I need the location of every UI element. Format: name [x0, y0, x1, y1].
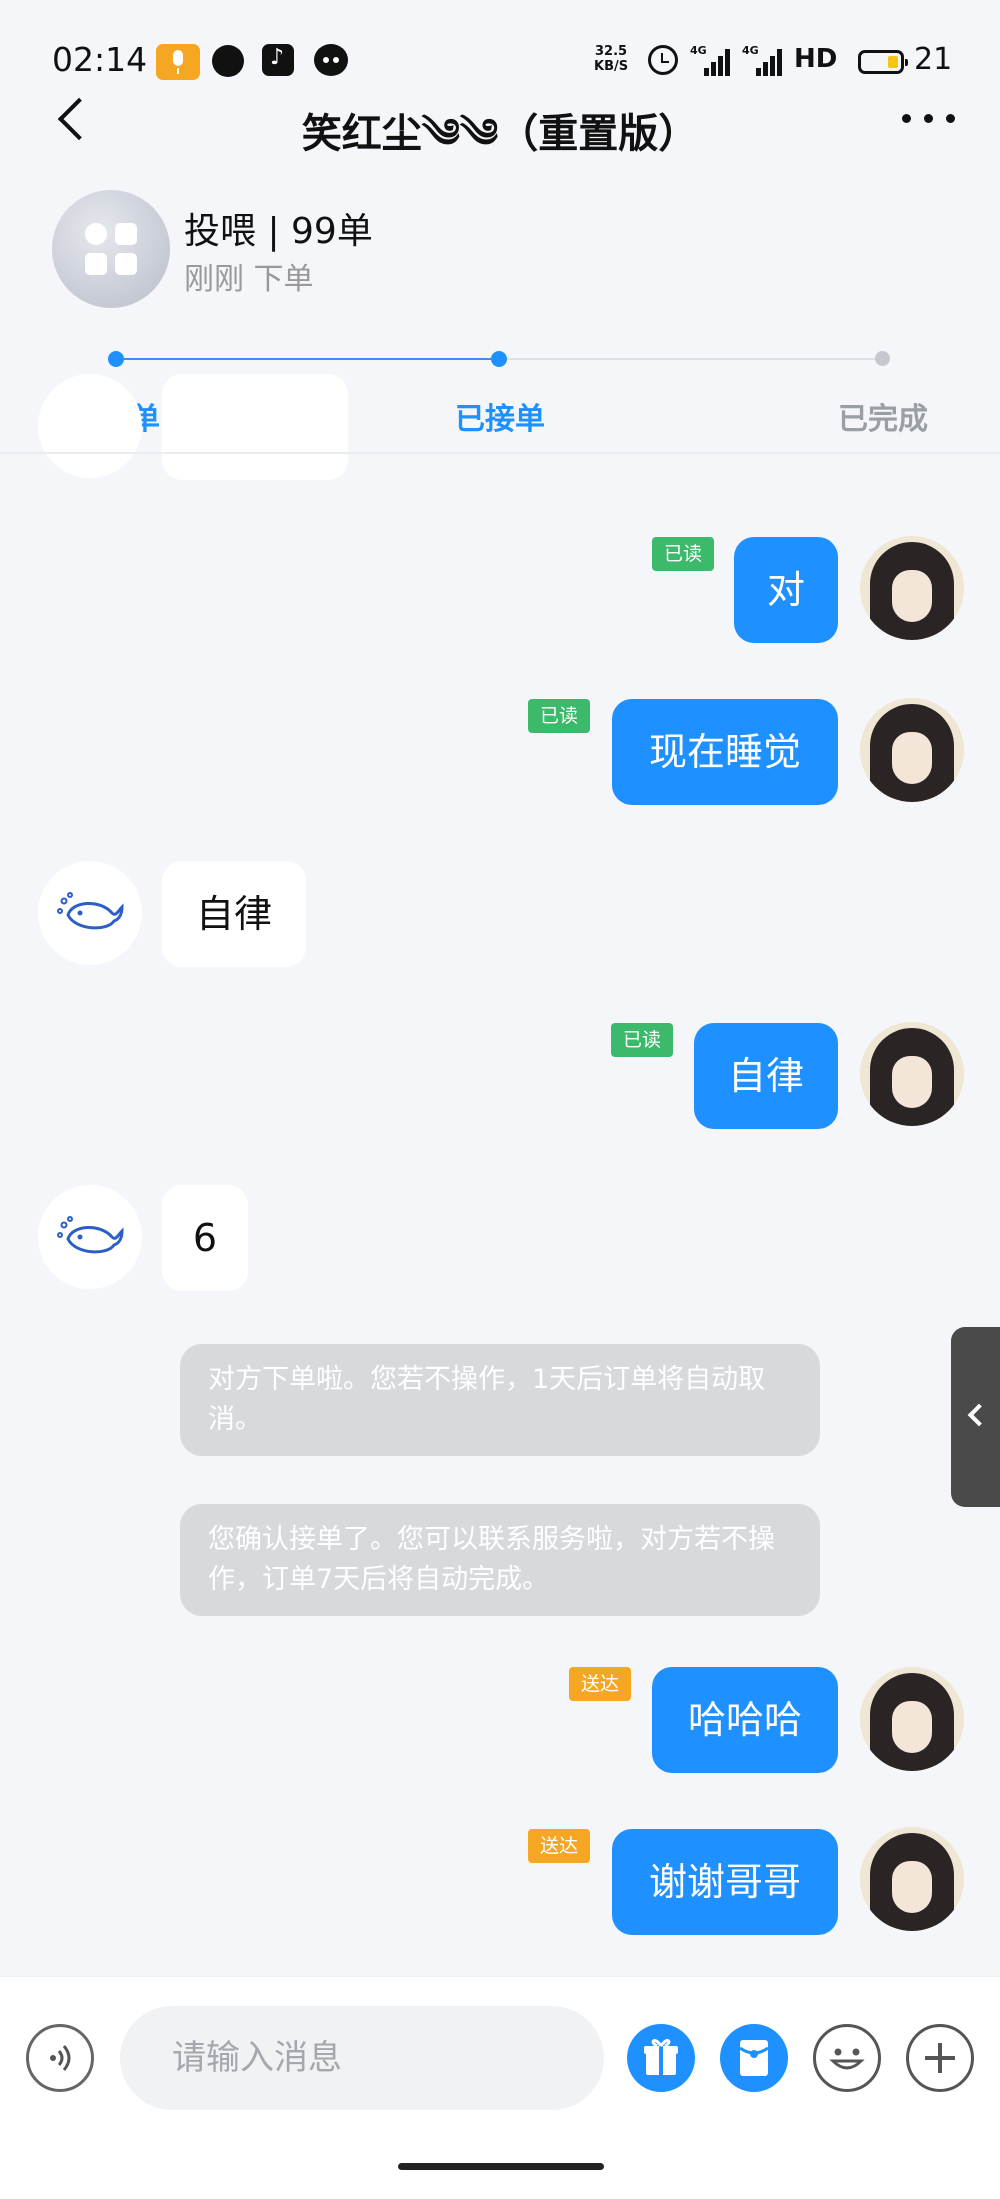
user-avatar[interactable] [860, 1827, 964, 1931]
whale-icon [57, 892, 124, 930]
more-actions-button[interactable] [906, 2024, 974, 2092]
voice-icon [50, 2045, 71, 2071]
alarm-icon [648, 45, 678, 75]
sent-status-badge: 送达 [569, 1667, 631, 1701]
signal-label: 4G [690, 44, 707, 57]
order-title: 投喂 | 99单 [184, 211, 373, 252]
chat-title: 笑红尘༄༄（重置版） [301, 111, 699, 157]
read-status-badge: 已读 [652, 537, 714, 571]
progress-label-accepted: 已接单 [455, 402, 545, 437]
message-bubble-incoming[interactable]: 自律 [162, 861, 306, 967]
red-packet-icon [739, 2040, 769, 2076]
header-divider [0, 452, 1000, 454]
user-avatar[interactable] [860, 1022, 964, 1126]
bubble-icon [212, 45, 244, 77]
battery-level: 21 [914, 42, 953, 77]
gift-icon [644, 2039, 678, 2075]
message-bubble-outgoing[interactable]: 对 [734, 537, 838, 643]
progress-line-active [116, 358, 499, 360]
signal-icon: 4G [742, 44, 784, 76]
more-button[interactable] [898, 100, 958, 136]
voice-button[interactable] [26, 2024, 94, 2092]
progress-label-completed: 已完成 [838, 402, 928, 437]
back-button[interactable] [50, 92, 96, 146]
read-status-badge: 已读 [528, 699, 590, 733]
battery-icon [858, 50, 908, 74]
whale-avatar[interactable] [38, 374, 142, 478]
read-status-badge: 已读 [611, 1023, 673, 1057]
gift-button[interactable] [627, 2024, 695, 2092]
mic-icon [156, 44, 200, 80]
emoji-button[interactable] [813, 2024, 881, 2092]
chat-icon [314, 44, 348, 76]
user-avatar[interactable] [860, 1667, 964, 1771]
system-message: 您确认接单了。您可以联系服务啦，对方若不操作，订单7天后将自动完成。 [180, 1504, 820, 1616]
message-input[interactable] [120, 2006, 604, 2110]
side-panel-toggle[interactable] [951, 1327, 1000, 1507]
whale-avatar[interactable] [38, 861, 142, 965]
sent-status-badge: 送达 [528, 1829, 590, 1863]
message-bubble-outgoing[interactable]: 谢谢哥哥 [612, 1829, 838, 1935]
emoji-icon [829, 2048, 865, 2070]
message-bubble-incoming[interactable]: 6 [162, 1185, 248, 1291]
signal-icon: 4G [690, 44, 732, 76]
order-avatar[interactable] [52, 190, 170, 308]
progress-dot-accepted [491, 351, 507, 367]
whale-icon [57, 1216, 124, 1254]
progress-dot-pending-accept [108, 351, 124, 367]
tiktok-icon [262, 44, 294, 76]
order-subtitle: 刚刚 下单 [184, 262, 314, 297]
progress-dot-completed [875, 351, 890, 366]
message-bubble-outgoing[interactable]: 自律 [694, 1023, 838, 1129]
status-bar: 02:14 32.5 KB/S 4G 4G HD 21 [0, 0, 1000, 100]
user-avatar[interactable] [860, 698, 964, 802]
red-packet-button[interactable] [720, 2024, 788, 2092]
network-speed: 32.5 KB/S [594, 44, 628, 74]
more-icon [902, 114, 911, 123]
progress-line-inactive [499, 358, 883, 360]
home-indicator[interactable] [398, 2163, 604, 2170]
network-speed-value: 32.5 [595, 44, 628, 59]
signal-label: 4G [742, 44, 759, 57]
system-message: 对方下单啦。您若不操作，1天后订单将自动取消。 [180, 1344, 820, 1456]
whale-avatar[interactable] [38, 1185, 142, 1289]
hd-indicator: HD [794, 44, 838, 74]
plus-icon [925, 2043, 955, 2073]
message-bubble-outgoing[interactable]: 哈哈哈 [652, 1667, 838, 1773]
status-time: 02:14 [52, 40, 148, 79]
message-bubble-outgoing[interactable]: 现在睡觉 [612, 699, 838, 805]
network-speed-unit: KB/S [594, 59, 629, 74]
message-bubble-partial [162, 374, 348, 480]
user-avatar[interactable] [860, 536, 964, 640]
